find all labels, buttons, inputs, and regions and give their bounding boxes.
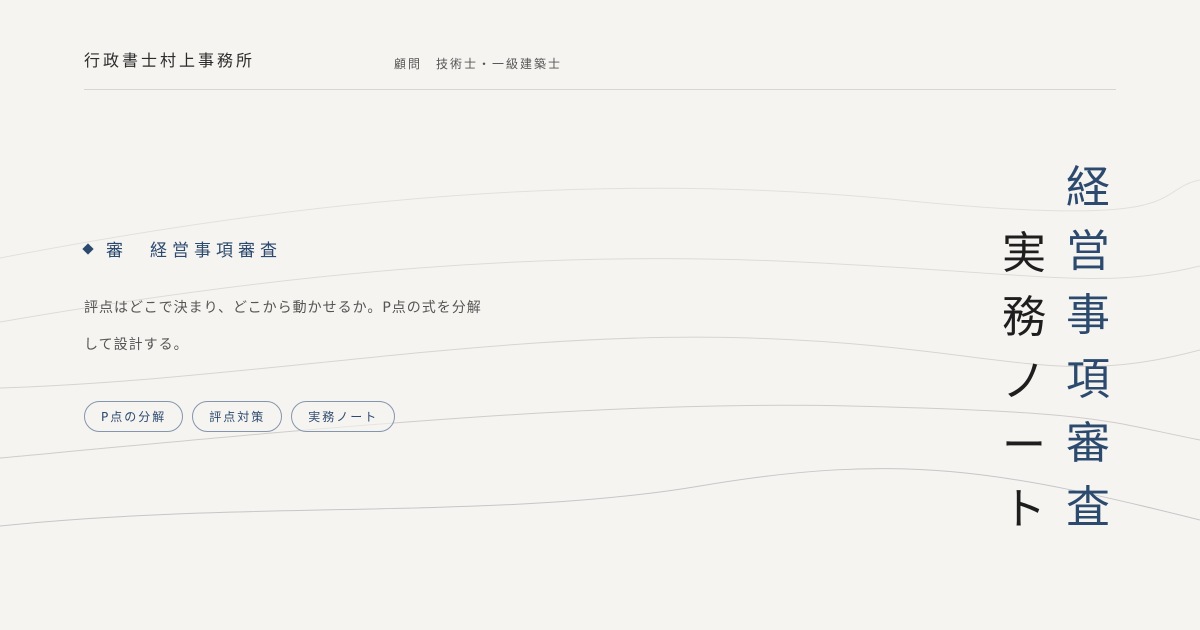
- title-char: ノ: [1002, 356, 1046, 407]
- vertical-title-main: 経 営 事 項 審 査: [1066, 156, 1110, 540]
- title-char: 務: [1002, 292, 1046, 343]
- title-char: 実: [1002, 228, 1046, 279]
- title-char: 経: [1066, 162, 1110, 213]
- tag-list: P点の分解 評点対策 実務ノート: [84, 401, 396, 432]
- description-line-1: 評点はどこで決まり、どこから動かせるか。P点の式を分解: [84, 300, 482, 316]
- description: 評点はどこで決まり、どこから動かせるか。P点の式を分解 して設計する。: [84, 290, 554, 364]
- title-char: 項: [1066, 354, 1110, 405]
- title-char: ー: [1002, 420, 1046, 471]
- advisor-credentials: 顧問 技術士・一級建築士: [394, 57, 563, 71]
- office-name: 行政書士村上事務所: [84, 51, 256, 70]
- section-heading: 審 経営事項審査: [82, 236, 282, 261]
- title-char: 営: [1066, 226, 1110, 277]
- vertical-title-sub: 実 務 ノ ー ト: [1002, 222, 1046, 542]
- title-char: ト: [1002, 484, 1046, 535]
- tag-practice-notes[interactable]: 実務ノート: [291, 401, 396, 432]
- title-char: 審: [1066, 418, 1110, 469]
- diamond-icon: [82, 242, 94, 255]
- description-line-2: して設計する。: [84, 337, 189, 353]
- tag-score-strategy[interactable]: 評点対策: [192, 401, 283, 432]
- tag-p-score-breakdown[interactable]: P点の分解: [84, 401, 184, 432]
- title-char: 査: [1066, 482, 1110, 533]
- section-label: 審 経営事項審査: [106, 241, 282, 261]
- header: 行政書士村上事務所 顧問 技術士・一級建築士: [84, 0, 1116, 90]
- title-char: 事: [1066, 290, 1110, 341]
